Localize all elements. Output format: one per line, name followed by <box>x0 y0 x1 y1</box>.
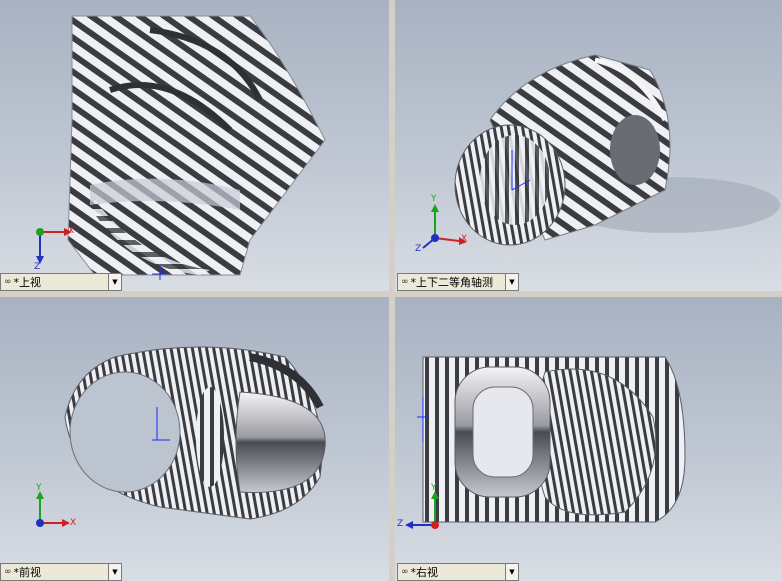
link-icon[interactable]: ∞ <box>401 277 409 287</box>
axis-label-y: Y <box>431 194 437 204</box>
axis-label-x: X <box>68 226 75 236</box>
axis-label-x: X <box>461 234 468 244</box>
view-name-tab[interactable]: ∞ *前视 ▼ <box>0 563 122 581</box>
chevron-down-icon[interactable]: ▼ <box>108 274 121 290</box>
chevron-down-icon[interactable]: ▼ <box>108 564 121 580</box>
view-name: *前视 <box>13 566 42 579</box>
viewport-front[interactable]: Y X ∞ *前视 ▼ <box>0 297 389 581</box>
axis-label-y: Y <box>36 483 42 493</box>
viewport-right[interactable]: Y Z ∞ *右视 ▼ <box>395 297 782 581</box>
axis-triad-isometric <box>422 204 467 249</box>
viewport-isometric[interactable]: Y X Z ∞ *上下二等角轴测 ▼ <box>395 0 782 291</box>
view-name: *上下二等角轴测 <box>410 276 494 289</box>
viewport-top[interactable]: X Z ∞ *上视 ▼ <box>0 0 389 291</box>
viewport-splitter-horizontal[interactable] <box>0 291 782 297</box>
view-name-tab[interactable]: ∞ *右视 ▼ <box>397 563 519 581</box>
axis-label-z: Z <box>397 519 404 529</box>
axis-label-x: X <box>70 518 77 528</box>
view-name: *右视 <box>410 566 439 579</box>
axis-triad-top <box>36 228 72 264</box>
view-name-tab[interactable]: ∞ *上视 ▼ <box>0 273 122 291</box>
link-icon[interactable]: ∞ <box>4 277 12 287</box>
link-icon[interactable]: ∞ <box>4 567 12 577</box>
axis-triad-front <box>36 491 70 527</box>
axis-label-z: Z <box>34 262 41 272</box>
link-icon[interactable]: ∞ <box>401 567 409 577</box>
view-name: *上视 <box>13 276 42 289</box>
axis-triad-right <box>405 491 439 529</box>
axis-label-y: Y <box>431 483 437 493</box>
axis-label-z: Z <box>415 244 422 254</box>
chevron-down-icon[interactable]: ▼ <box>505 564 518 580</box>
view-name-tab[interactable]: ∞ *上下二等角轴测 ▼ <box>397 273 519 291</box>
chevron-down-icon[interactable]: ▼ <box>505 274 518 290</box>
